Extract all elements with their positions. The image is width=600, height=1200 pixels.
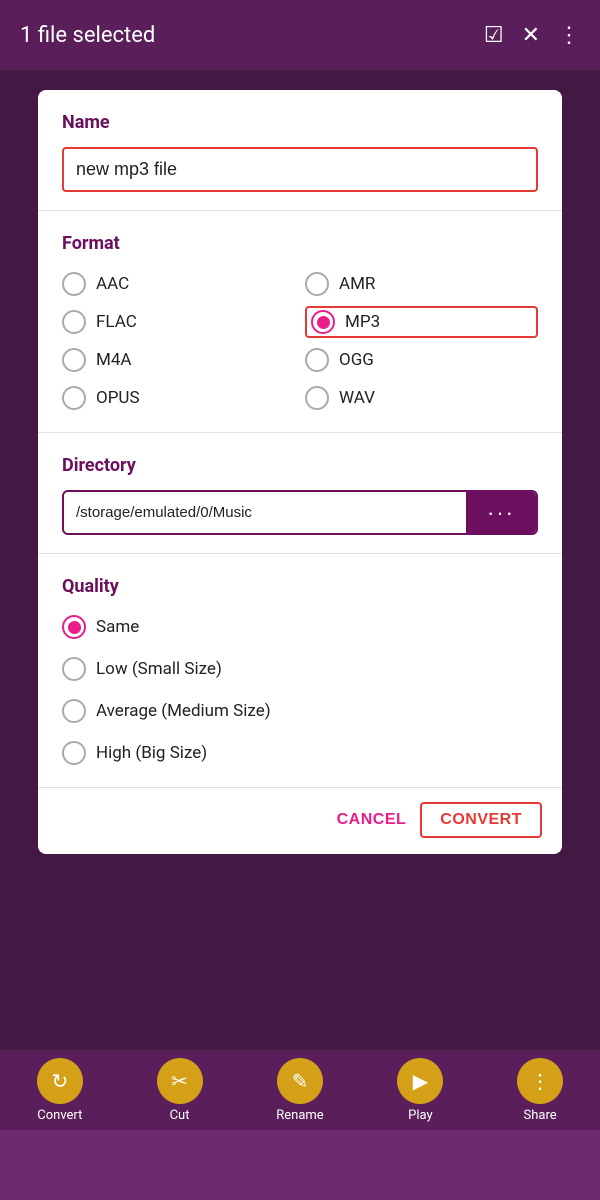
format-opus-label: OPUS — [96, 388, 140, 408]
format-option-amr[interactable]: AMR — [305, 268, 538, 300]
format-mp3-label: MP3 — [345, 312, 380, 332]
radio-average — [62, 699, 86, 723]
quality-option-low[interactable]: Low (Small Size) — [62, 653, 538, 685]
radio-flac — [62, 310, 86, 334]
radio-low — [62, 657, 86, 681]
dialog: Name Format AAC AMR FLAC — [38, 90, 562, 854]
dialog-footer: CANCEL CONVERT — [38, 788, 562, 854]
directory-input-row: ··· — [62, 490, 538, 535]
top-bar-title: 1 file selected — [20, 23, 155, 48]
format-m4a-label: M4A — [96, 350, 132, 370]
radio-mp3-inner — [317, 316, 330, 329]
radio-same-inner — [68, 621, 81, 634]
toolbar-item-rename[interactable]: ✎ Rename — [276, 1058, 323, 1123]
quality-label: Quality — [62, 576, 538, 597]
format-grid: AAC AMR FLAC MP3 — [62, 268, 538, 414]
format-option-ogg[interactable]: OGG — [305, 344, 538, 376]
radio-wav — [305, 386, 329, 410]
toolbar-rename-label: Rename — [276, 1108, 323, 1123]
toolbar-item-play[interactable]: ▶ Play — [397, 1058, 443, 1123]
format-ogg-label: OGG — [339, 350, 374, 370]
toolbar-play-label: Play — [408, 1108, 433, 1123]
more-icon[interactable]: ⋮ — [558, 23, 580, 48]
directory-section: Directory ··· — [38, 433, 562, 554]
radio-aac — [62, 272, 86, 296]
browse-dots-icon: ··· — [487, 500, 515, 526]
directory-path-input[interactable] — [64, 492, 466, 533]
radio-amr — [305, 272, 329, 296]
format-option-aac[interactable]: AAC — [62, 268, 295, 300]
convert-icon: ↻ — [37, 1058, 83, 1104]
toolbar-item-cut[interactable]: ✂ Cut — [157, 1058, 203, 1123]
format-option-wav[interactable]: WAV — [305, 382, 538, 414]
radio-same — [62, 615, 86, 639]
radio-opus — [62, 386, 86, 410]
format-option-flac[interactable]: FLAC — [62, 306, 295, 338]
cancel-button[interactable]: CANCEL — [337, 811, 407, 829]
convert-button[interactable]: CONVERT — [420, 802, 542, 838]
radio-high — [62, 741, 86, 765]
toolbar-item-convert[interactable]: ↻ Convert — [37, 1058, 83, 1123]
format-option-mp3[interactable]: MP3 — [305, 306, 538, 338]
play-icon: ▶ — [397, 1058, 443, 1104]
directory-browse-button[interactable]: ··· — [466, 492, 536, 533]
name-section: Name — [38, 90, 562, 211]
toolbar-cut-label: Cut — [170, 1108, 190, 1123]
quality-list: Same Low (Small Size) Average (Medium Si… — [62, 611, 538, 769]
quality-option-same[interactable]: Same — [62, 611, 538, 643]
toolbar-convert-label: Convert — [37, 1108, 82, 1123]
format-aac-label: AAC — [96, 274, 129, 294]
name-input[interactable] — [62, 147, 538, 192]
toolbar-item-share[interactable]: ⋮ Share — [517, 1058, 563, 1123]
radio-ogg — [305, 348, 329, 372]
radio-m4a — [62, 348, 86, 372]
format-section: Format AAC AMR FLAC — [38, 211, 562, 433]
format-wav-label: WAV — [339, 388, 375, 408]
rename-icon: ✎ — [277, 1058, 323, 1104]
format-option-opus[interactable]: OPUS — [62, 382, 295, 414]
top-bar-icons: ☑ ✕ ⋮ — [484, 23, 580, 48]
quality-high-label: High (Big Size) — [96, 743, 207, 763]
toolbar-share-label: Share — [524, 1108, 557, 1123]
format-option-m4a[interactable]: M4A — [62, 344, 295, 376]
directory-label: Directory — [62, 455, 538, 476]
quality-same-label: Same — [96, 617, 139, 637]
checkbox-icon[interactable]: ☑ — [484, 23, 504, 48]
cut-icon: ✂ — [157, 1058, 203, 1104]
share-icon: ⋮ — [517, 1058, 563, 1104]
quality-section: Quality Same Low (Small Size) Average (M… — [38, 554, 562, 788]
quality-average-label: Average (Medium Size) — [96, 701, 271, 721]
quality-low-label: Low (Small Size) — [96, 659, 222, 679]
radio-mp3 — [311, 310, 335, 334]
bottom-toolbar: ↻ Convert ✂ Cut ✎ Rename ▶ Play ⋮ Share — [0, 1050, 600, 1130]
name-label: Name — [62, 112, 538, 133]
format-amr-label: AMR — [339, 274, 375, 294]
bg-content: Name Format AAC AMR FLAC — [0, 70, 600, 1130]
format-flac-label: FLAC — [96, 312, 137, 332]
quality-option-average[interactable]: Average (Medium Size) — [62, 695, 538, 727]
format-label: Format — [62, 233, 538, 254]
quality-option-high[interactable]: High (Big Size) — [62, 737, 538, 769]
top-bar: 1 file selected ☑ ✕ ⋮ — [0, 0, 600, 70]
close-icon[interactable]: ✕ — [522, 23, 540, 48]
